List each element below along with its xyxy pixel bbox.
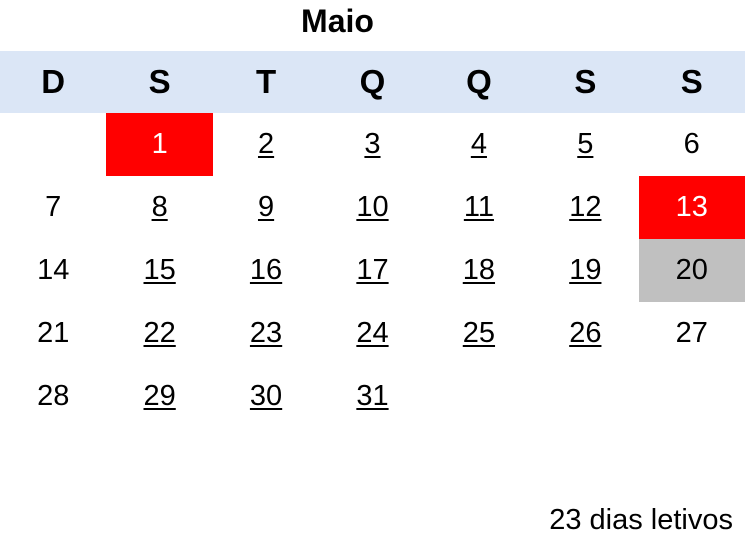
calendar-day-number: 26 — [569, 317, 602, 349]
calendar-day-cell: 6 — [639, 113, 745, 176]
weekday-header-row: D S T Q Q S S — [0, 51, 745, 113]
calendar-day-cell: 20 — [638, 239, 745, 302]
calendar-day-number: 15 — [143, 254, 176, 286]
calendar-day-number: 30 — [249, 380, 283, 412]
calendar-day-number: 18 — [462, 254, 496, 286]
calendar-day-number: 23 — [249, 317, 283, 349]
calendar-day-cell[interactable]: 5 — [532, 113, 638, 176]
calendar-day-grid: 1 2 3 4 5 6 7 8 9 10 11 12 13 14 15 16 17 18 19 20 21 22 23 24 2… — [0, 113, 745, 428]
calendar-day-cell[interactable]: 15 — [106, 239, 212, 302]
calendar-day-number: 1 — [151, 128, 168, 160]
calendar-day-number: 9 — [257, 191, 275, 223]
calendar-day-cell[interactable]: 18 — [426, 239, 532, 302]
calendar-day-number: 17 — [356, 254, 389, 286]
calendar-day-number: 29 — [143, 380, 176, 412]
calendar-day-number: 3 — [364, 128, 381, 160]
calendar-day-number: 4 — [470, 128, 487, 160]
calendar-day-cell[interactable]: 16 — [213, 239, 319, 302]
calendar-day-number: 12 — [569, 191, 602, 223]
calendar-day-cell[interactable]: 22 — [106, 302, 212, 365]
calendar-day-cell: 1 — [106, 113, 213, 176]
calendar-day-cell[interactable]: 24 — [319, 302, 425, 365]
calendar-day-cell: 28 — [0, 365, 106, 428]
month-title: Maio — [301, 3, 374, 39]
calendar-day-cell[interactable]: 23 — [213, 302, 319, 365]
calendar-day-cell: 7 — [0, 176, 106, 239]
calendar-day-cell[interactable]: 10 — [319, 176, 425, 239]
calendar-day-number: 28 — [37, 380, 70, 412]
calendar-day-number: 25 — [462, 317, 496, 349]
calendar-day-cell[interactable]: 3 — [319, 113, 425, 176]
calendar-day-number: 22 — [143, 317, 176, 349]
calendar-day-cell[interactable]: 12 — [532, 176, 638, 239]
calendar-day-number: 27 — [675, 317, 708, 349]
calendar-day-cell: 14 — [0, 239, 106, 302]
calendar-day-cell[interactable]: 4 — [426, 113, 532, 176]
calendar-day-cell[interactable]: 31 — [319, 365, 425, 428]
calendar-day-number: 16 — [249, 254, 283, 286]
calendar-day-number: 7 — [45, 191, 62, 223]
calendar-day-number: 6 — [683, 128, 700, 160]
calendar-day-cell: 13 — [638, 176, 745, 239]
calendar-day-number: 13 — [675, 191, 708, 223]
calendar-day-cell[interactable]: 9 — [213, 176, 319, 239]
weekday-friday: S — [574, 63, 597, 100]
calendar-day-cell[interactable]: 8 — [106, 176, 212, 239]
weekday-wednesday: Q — [359, 63, 386, 100]
calendar-day-cell[interactable]: 30 — [213, 365, 319, 428]
calendar-day-number: 24 — [356, 317, 389, 349]
calendar-day-number: 20 — [675, 254, 708, 286]
weekday-tuesday: T — [255, 63, 277, 100]
calendar-day-number: 5 — [577, 128, 594, 160]
calendar-day-number: 21 — [37, 317, 70, 349]
calendar-day-number: 31 — [356, 380, 389, 412]
calendar-day-number: 10 — [356, 191, 389, 223]
calendar-day-cell[interactable]: 17 — [319, 239, 425, 302]
calendar-day-cell: 27 — [639, 302, 745, 365]
calendar-day-number: 2 — [257, 128, 275, 160]
weekday-thursday: Q — [466, 63, 492, 100]
calendar-day-number: 8 — [151, 191, 168, 223]
calendar-day-number: 14 — [37, 254, 70, 286]
calendar-empty-cell — [0, 113, 106, 176]
calendar-day-cell[interactable]: 19 — [532, 239, 638, 302]
calendar-day-cell: 21 — [0, 302, 106, 365]
school-days-count: 23 dias letivos — [549, 504, 733, 536]
calendar-day-cell[interactable]: 25 — [426, 302, 532, 365]
calendar-day-number: 19 — [569, 254, 602, 286]
calendar-day-cell[interactable]: 29 — [106, 365, 212, 428]
weekday-saturday: S — [680, 63, 703, 100]
weekday-sunday: D — [41, 63, 66, 100]
weekday-monday: S — [148, 63, 171, 100]
calendar-day-cell[interactable]: 2 — [213, 113, 319, 176]
calendar-day-cell[interactable]: 11 — [426, 176, 532, 239]
calendar-day-cell[interactable]: 26 — [532, 302, 638, 365]
calendar-day-number: 11 — [463, 191, 494, 223]
